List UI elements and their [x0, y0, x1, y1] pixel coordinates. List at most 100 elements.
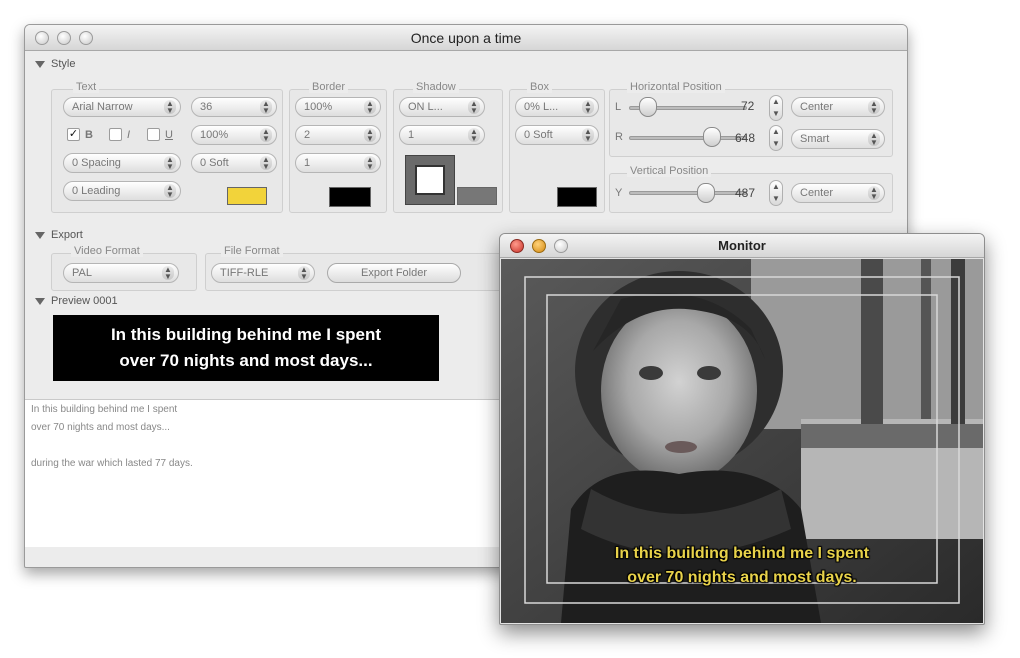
updown-arrows-icon: ▲ ▼: [164, 184, 176, 199]
text-group-label: Text: [73, 81, 100, 93]
text-line: during the war which lasted 77 days.: [31, 458, 193, 469]
box-soft-popup[interactable]: 0 Soft ▲ ▼: [515, 125, 599, 145]
border-opacity-popup[interactable]: 100% ▲ ▼: [295, 97, 381, 117]
y-slider-knob[interactable]: [697, 183, 715, 203]
leading-popup[interactable]: 0 Leading ▲ ▼: [63, 181, 181, 201]
y-stepper[interactable]: ▲ ▼: [769, 180, 783, 206]
border-color-swatch[interactable]: [329, 187, 371, 207]
disclosure-triangle-icon[interactable]: [35, 60, 45, 68]
updown-arrows-icon: ▲ ▼: [260, 128, 272, 143]
updown-arrows-icon: ▲ ▼: [162, 266, 174, 281]
border-opacity-value: 100%: [304, 101, 333, 113]
font-popup[interactable]: Arial Narrow ▲ ▼: [63, 97, 181, 117]
subtitle-line-1: In this building behind me I spent: [614, 545, 870, 562]
box-group-label: Box: [527, 81, 552, 93]
updown-arrows-icon: ▲ ▼: [868, 132, 880, 147]
italic-checkbox[interactable]: [109, 128, 122, 141]
r-slider-knob[interactable]: [703, 127, 721, 147]
shadow-offset-value: 1: [408, 129, 415, 141]
border-soft-popup[interactable]: 1 ▲ ▼: [295, 153, 381, 173]
y-slider-track[interactable]: [629, 191, 747, 195]
font-value: Arial Narrow: [72, 101, 133, 113]
border-group-label: Border: [309, 81, 349, 93]
preview-line-2: over 70 nights and most days...: [119, 351, 373, 370]
style-section-label: Style: [51, 58, 76, 70]
h-align-popup[interactable]: Center ▲ ▼: [791, 97, 885, 117]
l-label: L: [615, 101, 622, 113]
preview-disclosure[interactable]: Preview 0001: [35, 295, 118, 307]
l-stepper[interactable]: ▲ ▼: [769, 95, 783, 121]
updown-arrows-icon: ▲ ▼: [364, 128, 376, 143]
leading-value: 0 Leading: [72, 185, 121, 197]
box-mode-popup[interactable]: 0% L... ▲ ▼: [515, 97, 599, 117]
updown-arrows-icon: ▲ ▼: [164, 156, 176, 171]
updown-arrows-icon: ▲ ▼: [260, 156, 272, 171]
shadow-position-well[interactable]: [405, 155, 455, 205]
updown-arrows-icon: ▲ ▼: [364, 156, 376, 171]
bold-checkbox[interactable]: ✓: [67, 128, 80, 141]
updown-arrows-icon: ▲ ▼: [260, 100, 272, 115]
subtitle-preview: In this building behind me I spent over …: [53, 315, 439, 381]
subtitle-overlay: In this building behind me I spent over …: [501, 542, 983, 590]
vertical-position-label: Vertical Position: [627, 165, 712, 177]
disclosure-triangle-icon[interactable]: [35, 231, 45, 239]
shadow-offset-popup[interactable]: 1 ▲ ▼: [399, 125, 485, 145]
size-value: 36: [200, 101, 213, 113]
border-width-popup[interactable]: 2 ▲ ▼: [295, 125, 381, 145]
text-color-swatch[interactable]: [227, 187, 267, 205]
file-format-value: TIFF-RLE: [220, 267, 269, 279]
window-title: Once upon a time: [410, 30, 522, 46]
updown-arrows-icon: ▲ ▼: [582, 128, 594, 143]
underline-label: U: [165, 129, 173, 141]
wrap-popup[interactable]: Smart ▲ ▼: [791, 129, 885, 149]
scale-value: 100%: [200, 129, 229, 141]
shadow-mode-popup[interactable]: ON L... ▲ ▼: [399, 97, 485, 117]
file-format-label: File Format: [221, 245, 283, 257]
text-soft-popup[interactable]: 0 Soft ▲ ▼: [191, 153, 277, 173]
text-line: over 70 nights and most days...: [31, 422, 170, 433]
main-titlebar[interactable]: Once upon a time: [25, 25, 907, 51]
video-frame: In this building behind me I spent over …: [501, 259, 983, 623]
updown-arrows-icon: ▲ ▼: [868, 186, 880, 201]
style-disclosure[interactable]: Style: [35, 58, 75, 70]
monitor-titlebar[interactable]: Monitor: [500, 234, 984, 258]
r-label: R: [615, 131, 623, 143]
shadow-group-label: Shadow: [413, 81, 459, 93]
video-format-value: PAL: [72, 267, 92, 279]
y-label: Y: [615, 187, 623, 199]
export-disclosure[interactable]: Export: [35, 229, 83, 241]
video-format-popup[interactable]: PAL ▲ ▼: [63, 263, 179, 283]
h-align-value: Center: [800, 101, 834, 113]
monitor-title: Monitor: [718, 238, 766, 253]
shadow-mode-value: ON L...: [408, 101, 443, 113]
scale-popup[interactable]: 100% ▲ ▼: [191, 125, 277, 145]
l-value: 72: [741, 99, 755, 113]
disclosure-triangle-icon[interactable]: [35, 297, 45, 305]
file-format-popup[interactable]: TIFF-RLE ▲ ▼: [211, 263, 315, 283]
underline-checkbox[interactable]: [147, 128, 160, 141]
r-value: 648: [735, 131, 756, 145]
l-slider-knob[interactable]: [639, 97, 657, 117]
spacing-popup[interactable]: 0 Spacing ▲ ▼: [63, 153, 181, 173]
box-color-swatch[interactable]: [557, 187, 597, 207]
size-popup[interactable]: 36 ▲ ▼: [191, 97, 277, 117]
r-slider-track[interactable]: [629, 136, 747, 140]
box-soft-value: 0 Soft: [524, 129, 553, 141]
subtitle-line-2: over 70 nights and most days.: [627, 569, 857, 586]
spacing-value: 0 Spacing: [72, 157, 121, 169]
shadow-color-swatch[interactable]: [457, 187, 497, 205]
updown-arrows-icon: ▲ ▼: [468, 100, 480, 115]
horizontal-position-label: Horizontal Position: [627, 81, 725, 93]
updown-arrows-icon: ▲ ▼: [298, 266, 310, 281]
v-align-popup[interactable]: Center ▲ ▼: [791, 183, 885, 203]
y-value: 487: [735, 186, 756, 200]
export-section-label: Export: [51, 229, 83, 241]
updown-arrows-icon: ▲ ▼: [364, 100, 376, 115]
video-format-label: Video Format: [71, 245, 143, 257]
bold-label: B: [85, 129, 93, 141]
text-line: In this building behind me I spent: [31, 404, 178, 415]
preview-section-label: Preview 0001: [51, 295, 118, 307]
r-stepper[interactable]: ▲ ▼: [769, 125, 783, 151]
updown-arrows-icon: ▲ ▼: [468, 128, 480, 143]
export-folder-button[interactable]: Export Folder: [327, 263, 461, 283]
